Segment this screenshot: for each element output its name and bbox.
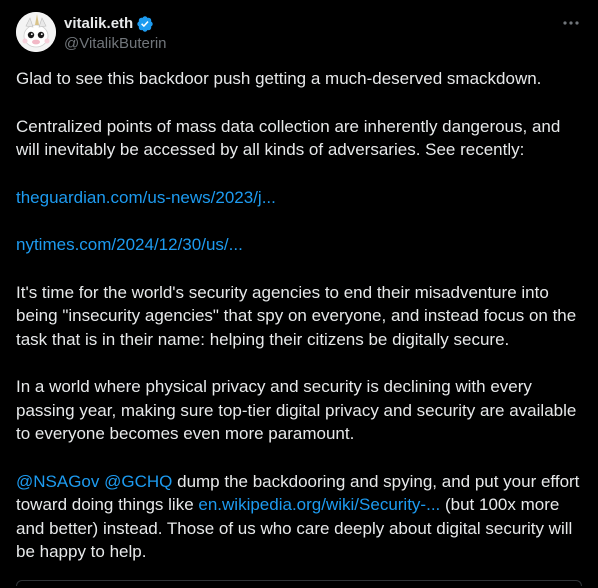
name-row: vitalik.eth: [64, 14, 167, 34]
tweet-header: vitalik.eth @VitalikButerin: [16, 12, 582, 56]
tweet-paragraph: Centralized points of mass data collecti…: [16, 116, 561, 160]
tweet-paragraph: In a world where physical privacy and se…: [16, 377, 577, 443]
verified-badge-icon[interactable]: [136, 15, 154, 33]
embedded-card-edge: [16, 580, 582, 586]
mention-gchq[interactable]: @GCHQ: [104, 472, 172, 491]
tweet-card: vitalik.eth @VitalikButerin Glad to see …: [0, 0, 598, 586]
wikipedia-link[interactable]: en.wikipedia.org/wiki/Security-...: [198, 495, 440, 514]
guardian-link[interactable]: theguardian.com/us-news/2023/j...: [16, 188, 276, 207]
display-name[interactable]: vitalik.eth: [64, 14, 133, 34]
more-options-icon: [563, 21, 579, 25]
avatar[interactable]: [16, 12, 56, 52]
mention-nsagov[interactable]: @NSAGov: [16, 472, 99, 491]
tweet-text: Glad to see this backdoor push getting a…: [16, 67, 582, 588]
tweet-paragraph: Glad to see this backdoor push getting a…: [16, 69, 542, 88]
tweet-paragraph: @NSAGov @GCHQ dump the backdooring and s…: [16, 470, 582, 564]
tweet-paragraph: It's time for the world's security agenc…: [16, 282, 577, 349]
tweet-paragraph: theguardian.com/us-news/2023/j...: [16, 186, 582, 210]
more-options-button[interactable]: [560, 16, 582, 30]
author-info: vitalik.eth @VitalikButerin: [64, 14, 167, 54]
tweet-paragraph: nytimes.com/2024/12/30/us/...: [16, 233, 582, 257]
nytimes-link[interactable]: nytimes.com/2024/12/30/us/...: [16, 235, 243, 254]
unicorn-avatar-icon: [16, 12, 56, 52]
author-handle[interactable]: @VitalikButerin: [64, 34, 167, 54]
